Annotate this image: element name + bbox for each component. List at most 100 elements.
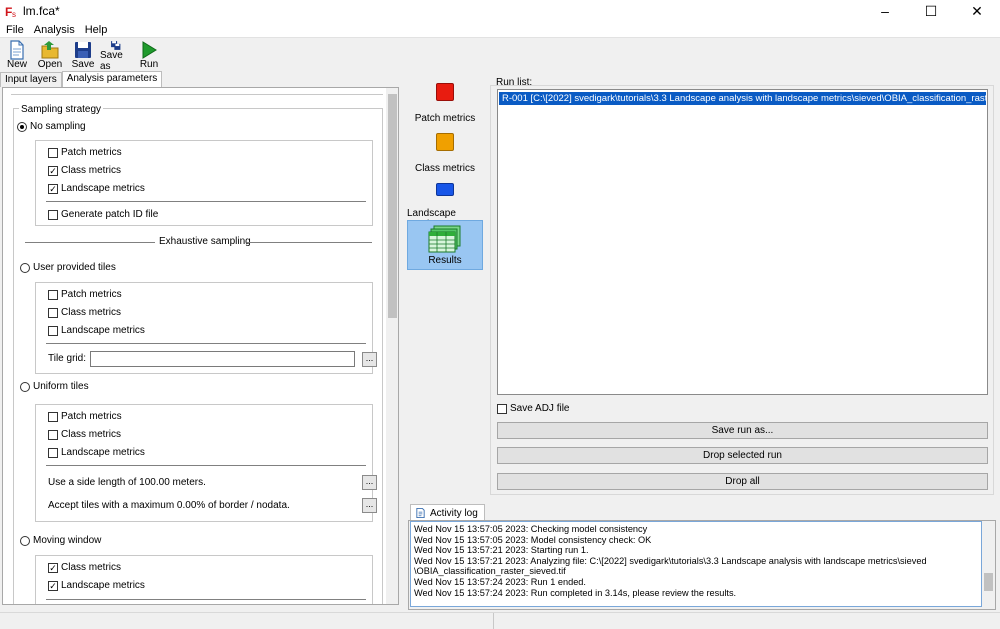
side-length-text: Use a side length of 100.00 meters. — [48, 477, 206, 488]
parameters-scrollbar[interactable] — [386, 88, 398, 604]
scrollbar-thumb[interactable] — [984, 573, 993, 591]
checkbox-label: Class metrics — [61, 165, 122, 176]
new-button[interactable]: New — [1, 38, 33, 72]
maximize-button[interactable]: ☐ — [908, 0, 954, 22]
nav-patch-label: Patch metrics — [414, 113, 476, 124]
generate-patch-id-checkbox[interactable]: Generate patch ID file — [48, 209, 158, 220]
save-adj-checkbox[interactable]: Save ADJ file — [497, 403, 569, 414]
svg-text:s: s — [12, 10, 16, 18]
run-list[interactable]: R-001 [C:\[2022] svedigark\tutorials\3.3… — [497, 89, 988, 395]
no-sampling-landscape-checkbox[interactable]: ✓ Landscape metrics — [48, 183, 145, 194]
analysis-parameters-panel: Sampling strategy No sampling Patch metr… — [2, 87, 399, 605]
moving-window-radio[interactable]: Moving window — [20, 535, 101, 546]
accept-tiles-edit-button[interactable]: ... — [362, 498, 377, 513]
checkbox-label: Class metrics — [61, 307, 122, 318]
uniform-tiles-class-checkbox[interactable]: Class metrics — [48, 429, 121, 440]
open-folder-icon — [41, 41, 59, 59]
save-as-button[interactable]: Save as — [100, 38, 132, 72]
checkbox-icon — [497, 403, 507, 414]
status-divider — [493, 613, 494, 629]
no-sampling-label: No sampling — [30, 121, 86, 132]
uniform-tiles-options: Patch metrics Class metrics Landscape me… — [35, 404, 377, 522]
activity-log-text[interactable]: Wed Nov 15 13:57:05 2023: Checking model… — [410, 521, 982, 607]
no-sampling-class-checkbox[interactable]: ✓ Class metrics — [48, 165, 121, 176]
no-sampling-radio[interactable]: No sampling — [17, 121, 86, 132]
user-tiles-radio[interactable]: User provided tiles — [20, 262, 116, 273]
nav-class-label: Class metrics — [414, 163, 475, 174]
save-as-label: Save as — [100, 50, 123, 72]
tab-strip: Input layers Analysis parameters — [0, 71, 163, 87]
red-square-icon — [436, 83, 454, 101]
side-length-edit-button[interactable]: ... — [362, 475, 377, 490]
status-bar — [0, 612, 1000, 629]
run-button[interactable]: Run — [133, 38, 165, 72]
no-sampling-patch-checkbox[interactable]: Patch metrics — [48, 147, 122, 158]
toolbar: New Open Save Save as Run — [0, 38, 165, 72]
tile-grid-browse-button[interactable]: ... — [362, 352, 377, 367]
menu-help[interactable]: Help — [79, 24, 112, 36]
results-table-icon — [428, 225, 461, 253]
checkbox-label: Patch metrics — [61, 147, 122, 158]
scrollbar-thumb[interactable] — [388, 94, 397, 318]
user-tiles-landscape-checkbox[interactable]: Landscape metrics — [48, 325, 145, 336]
drop-all-button[interactable]: Drop all — [497, 473, 988, 490]
user-tiles-class-checkbox[interactable]: Class metrics — [48, 307, 121, 318]
log-line: Wed Nov 15 13:57:24 2023: Run 1 ended. — [414, 576, 586, 587]
checkbox-label: Landscape metrics — [61, 325, 145, 336]
log-line: Wed Nov 15 13:57:05 2023: Model consiste… — [414, 534, 652, 545]
user-tiles-patch-checkbox[interactable]: Patch metrics — [48, 289, 122, 300]
checkbox-label: Generate patch ID file — [61, 209, 159, 220]
activity-log-tab[interactable]: Activity log — [410, 504, 485, 521]
radio-icon — [20, 535, 30, 546]
uniform-tiles-landscape-checkbox[interactable]: Landscape metrics — [48, 447, 145, 458]
checkbox-icon — [48, 289, 58, 300]
open-button[interactable]: Open — [34, 38, 66, 72]
save-adj-label: Save ADJ file — [510, 403, 570, 414]
uniform-tiles-patch-checkbox[interactable]: Patch metrics — [48, 411, 122, 422]
nav-patch-metrics[interactable]: Patch metrics — [407, 80, 483, 130]
tab-input-layers[interactable]: Input layers — [0, 72, 62, 87]
exhaustive-sampling-title: Exhaustive sampling — [159, 236, 251, 247]
nav-results[interactable]: Results — [407, 220, 483, 270]
close-button[interactable]: ✕ — [954, 0, 1000, 22]
run-label: Run — [139, 59, 159, 70]
menu-analysis[interactable]: Analysis — [28, 24, 79, 36]
radio-icon — [20, 381, 30, 392]
moving-window-class-checkbox[interactable]: ✓ Class metrics — [48, 562, 121, 573]
checkbox-label: Landscape metrics — [61, 183, 145, 194]
run-list-item[interactable]: R-001 [C:\[2022] svedigark\tutorials\3.3… — [499, 92, 986, 105]
run-list-label: Run list: — [496, 77, 533, 88]
menu-file[interactable]: File — [0, 24, 28, 36]
checkbox-icon — [48, 411, 58, 422]
minimize-button[interactable]: – — [862, 0, 908, 22]
log-line: Wed Nov 15 13:57:21 2023: Starting run 1… — [414, 545, 589, 556]
log-line: \OBIA_classification_raster_sieved.tif — [414, 566, 566, 577]
moving-window-options: ✓ Class metrics ✓ Landscape metrics — [35, 555, 373, 604]
new-file-icon — [10, 40, 24, 60]
open-label: Open — [37, 59, 63, 70]
nav-class-metrics[interactable]: Class metrics — [407, 130, 483, 180]
user-tiles-label: User provided tiles — [33, 262, 116, 273]
uniform-tiles-label: Uniform tiles — [33, 381, 89, 392]
parameters-scroll-area: Sampling strategy No sampling Patch metr… — [11, 94, 385, 604]
uniform-tiles-radio[interactable]: Uniform tiles — [20, 381, 89, 392]
no-sampling-options: Patch metrics ✓ Class metrics ✓ Landscap… — [35, 140, 373, 226]
accept-tiles-text: Accept tiles with a maximum 0.00% of bor… — [48, 500, 290, 511]
checkbox-icon — [48, 429, 58, 440]
title-bar: F s lm.fca* – ☐ ✕ — [0, 0, 1000, 22]
tile-grid-input[interactable] — [90, 351, 355, 367]
new-label: New — [6, 59, 27, 70]
log-line: Wed Nov 15 13:57:05 2023: Checking model… — [414, 524, 648, 534]
checkmark-icon: ✓ — [48, 562, 58, 573]
save-button[interactable]: Save — [67, 38, 99, 72]
checkmark-icon: ✓ — [48, 183, 58, 194]
save-disk-icon — [75, 42, 91, 58]
drop-selected-run-button[interactable]: Drop selected run — [497, 447, 988, 464]
save-run-as-button[interactable]: Save run as... — [497, 422, 988, 439]
moving-window-landscape-checkbox[interactable]: ✓ Landscape metrics — [48, 580, 145, 591]
menu-bar: File Analysis Help — [0, 22, 1000, 38]
tile-grid-label: Tile grid: — [48, 353, 86, 364]
tab-analysis-parameters[interactable]: Analysis parameters — [61, 71, 163, 87]
app-icon: F s — [5, 5, 16, 18]
activity-log-scrollbar[interactable] — [982, 521, 995, 607]
